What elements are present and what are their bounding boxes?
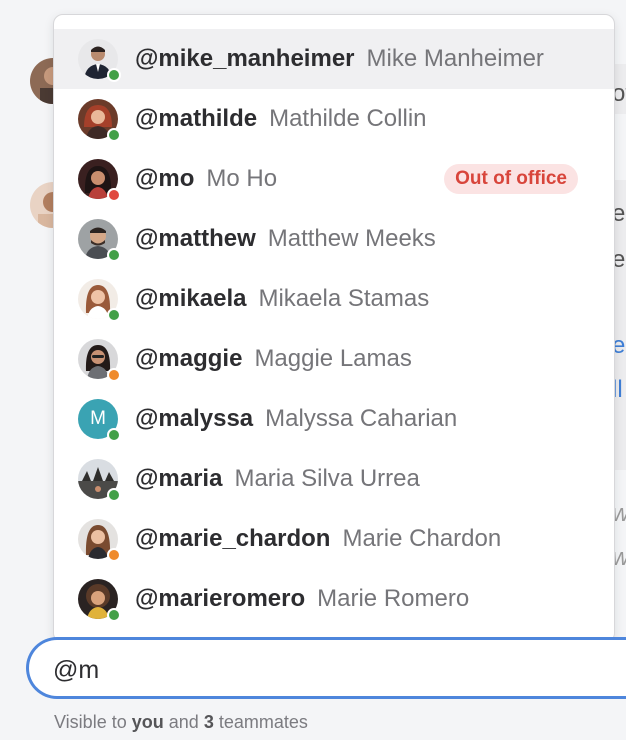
mention-suggestion-row[interactable]: @matthew Matthew Meeks bbox=[54, 209, 614, 269]
presence-online-icon bbox=[107, 488, 121, 502]
mention-handle: @matthew bbox=[135, 225, 256, 252]
mention-full-name: Mo Ho bbox=[206, 165, 278, 192]
message-input-value: @m bbox=[53, 656, 100, 684]
mention-suggestion-row[interactable]: @marieromero Marie Romero bbox=[54, 569, 614, 629]
avatar: M bbox=[78, 399, 121, 442]
mention-suggestion-row[interactable]: @mathilde Mathilde Collin bbox=[54, 89, 614, 149]
mention-suggestion-row[interactable]: @mikaela Mikaela Stamas bbox=[54, 269, 614, 329]
mention-full-name: Maria Silva Urrea bbox=[234, 465, 420, 492]
mention-autocomplete-popup: @mike_manheimer Mike Manheimer @mathilde… bbox=[53, 14, 615, 643]
presence-online-icon bbox=[107, 128, 121, 142]
mention-handle: @maggie bbox=[135, 345, 243, 372]
avatar bbox=[78, 519, 121, 562]
avatar bbox=[78, 339, 121, 382]
presence-online-icon bbox=[107, 248, 121, 262]
mention-suggestion-row[interactable]: M @malyssa Malyssa Caharian bbox=[54, 389, 614, 449]
visibility-you: you bbox=[131, 712, 164, 732]
mention-full-name: Mathilde Collin bbox=[269, 105, 427, 132]
presence-online-icon bbox=[107, 608, 121, 622]
mention-full-name: Marie Chardon bbox=[342, 525, 502, 552]
mention-full-name: Mike Manheimer bbox=[366, 45, 544, 72]
avatar bbox=[78, 219, 121, 262]
avatar bbox=[78, 159, 121, 202]
presence-online-icon bbox=[107, 68, 121, 82]
mention-full-name: Matthew Meeks bbox=[267, 225, 436, 252]
mention-full-name: Mikaela Stamas bbox=[258, 285, 430, 312]
chat-view: ot e e e ll w w @mike_manheimer bbox=[0, 0, 626, 740]
message-input[interactable]: @m bbox=[26, 637, 626, 699]
avatar bbox=[78, 459, 121, 502]
mention-suggestion-row[interactable]: @mike_manheimer Mike Manheimer bbox=[54, 29, 614, 89]
mention-handle: @mike_manheimer bbox=[135, 45, 355, 72]
mention-handle: @malyssa bbox=[135, 405, 254, 432]
presence-online-icon bbox=[107, 308, 121, 322]
mention-handle: @maria bbox=[135, 465, 223, 492]
visibility-and: and bbox=[168, 712, 199, 732]
visibility-prefix: Visible to bbox=[54, 712, 127, 732]
presence-busy-icon bbox=[107, 188, 121, 202]
mention-handle: @mo bbox=[135, 165, 195, 192]
presence-away-icon bbox=[107, 548, 121, 562]
mention-handle: @mikaela bbox=[135, 285, 247, 312]
mention-suggestion-row[interactable]: @maria Maria Silva Urrea bbox=[54, 449, 614, 509]
presence-away-icon bbox=[107, 368, 121, 382]
avatar bbox=[78, 579, 121, 622]
out-of-office-badge: Out of office bbox=[444, 164, 578, 194]
visibility-count: 3 bbox=[203, 712, 214, 732]
mention-full-name: Malyssa Caharian bbox=[265, 405, 458, 432]
presence-online-icon bbox=[107, 428, 121, 442]
mention-handle: @mathilde bbox=[135, 105, 258, 132]
avatar bbox=[78, 279, 121, 322]
visibility-suffix: teammates bbox=[218, 712, 308, 732]
avatar bbox=[78, 99, 121, 142]
mention-handle: @marie_chardon bbox=[135, 525, 331, 552]
mention-handle: @marieromero bbox=[135, 585, 306, 612]
visibility-note: Visible to you and 3 teammates bbox=[54, 712, 308, 733]
avatar bbox=[78, 39, 121, 82]
mention-full-name: Maggie Lamas bbox=[254, 345, 412, 372]
mention-suggestion-row[interactable]: @maggie Maggie Lamas bbox=[54, 329, 614, 389]
mention-suggestion-row[interactable]: @mo Mo Ho Out of office bbox=[54, 149, 614, 209]
mention-suggestion-row[interactable]: @marie_chardon Marie Chardon bbox=[54, 509, 614, 569]
mention-full-name: Marie Romero bbox=[317, 585, 470, 612]
